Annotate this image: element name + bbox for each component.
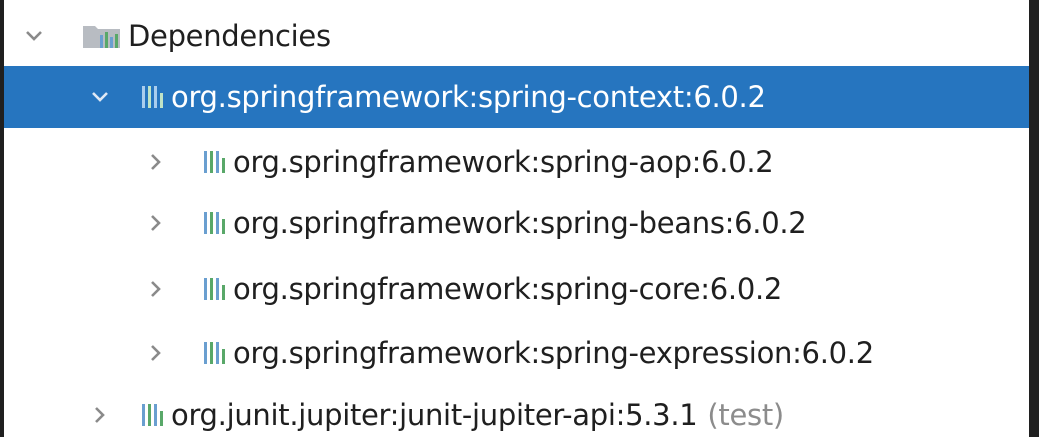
dependencies-tree: Dependencies org.springframework:spring-… (0, 0, 1039, 437)
tree-node-label: org.junit.jupiter:junit-jupiter-api:5.3.… (171, 398, 698, 432)
tree-node-label: org.springframework:spring-beans:6.0.2 (233, 206, 807, 240)
chevron-right-icon[interactable] (144, 150, 168, 174)
chevron-right-icon[interactable] (144, 277, 168, 301)
chevron-down-icon[interactable] (88, 85, 112, 109)
library-folder-icon (83, 26, 120, 48)
chevron-down-icon[interactable] (22, 24, 46, 48)
chevron-right-icon[interactable] (144, 341, 168, 365)
tree-node-junit-jupiter-api[interactable]: org.junit.jupiter:junit-jupiter-api:5.3.… (4, 384, 1029, 437)
tree-node-dependencies[interactable]: Dependencies (4, 5, 1029, 67)
tree-node-spring-beans[interactable]: org.springframework:spring-beans:6.0.2 (4, 192, 1029, 254)
tree-node-label: Dependencies (128, 19, 331, 53)
tree-node-spring-core[interactable]: org.springframework:spring-core:6.0.2 (4, 258, 1029, 320)
tree-node-label: org.springframework:spring-core:6.0.2 (233, 272, 783, 306)
chevron-right-icon[interactable] (88, 403, 112, 427)
maven-library-icon (204, 342, 225, 364)
maven-library-icon (142, 86, 163, 108)
maven-library-icon (204, 278, 225, 300)
window-edge-right (1029, 0, 1039, 437)
tree-node-spring-aop[interactable]: org.springframework:spring-aop:6.0.2 (4, 131, 1029, 193)
tree-node-spring-context[interactable]: org.springframework:spring-context:6.0.2 (4, 66, 1029, 128)
tree-node-label: org.springframework:spring-context:6.0.2 (171, 80, 766, 114)
maven-library-icon (142, 404, 163, 426)
tree-node-label: org.springframework:spring-expression:6.… (233, 336, 874, 370)
chevron-right-icon[interactable] (144, 211, 168, 235)
maven-library-icon (204, 212, 225, 234)
tree-node-label: org.springframework:spring-aop:6.0.2 (233, 145, 774, 179)
tree-node-spring-expression[interactable]: org.springframework:spring-expression:6.… (4, 322, 1029, 384)
maven-library-icon (204, 151, 225, 173)
scope-label: (test) (707, 398, 784, 432)
